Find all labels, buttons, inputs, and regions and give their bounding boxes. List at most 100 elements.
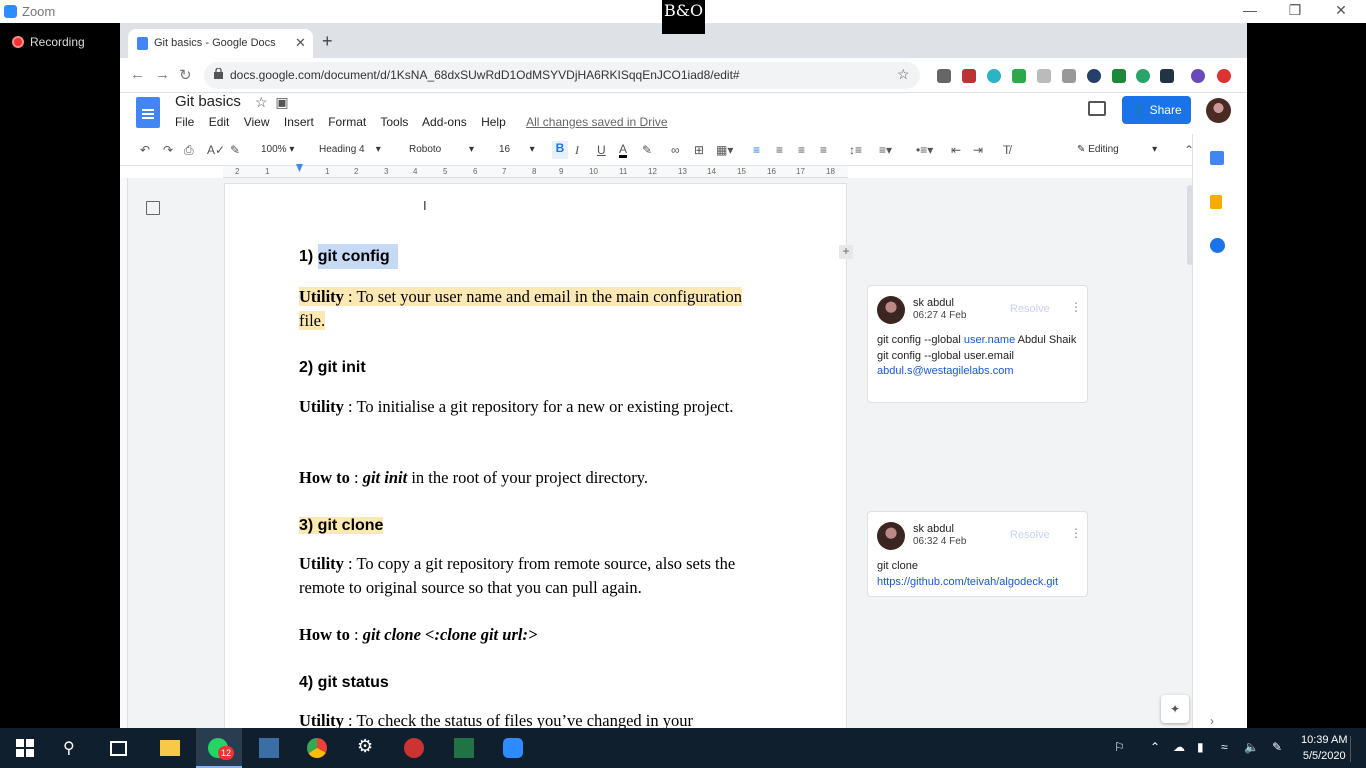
align-right-icon[interactable]: ≡ xyxy=(798,143,805,157)
restore-icon[interactable]: ❐ xyxy=(1285,2,1305,19)
profile-avatar-icon[interactable] xyxy=(1191,69,1205,83)
extension-icon[interactable] xyxy=(1062,69,1076,83)
keep-icon[interactable] xyxy=(1210,195,1222,209)
style-select[interactable]: Heading 4 ▾ xyxy=(319,144,381,155)
menu-edit[interactable]: Edit xyxy=(209,115,230,129)
star-icon[interactable]: ☆ xyxy=(255,94,268,110)
extension-icon[interactable] xyxy=(1136,69,1150,83)
volume-icon[interactable]: 🔈 xyxy=(1244,740,1259,754)
tab-close-icon[interactable]: ✕ xyxy=(295,35,306,51)
bold-button[interactable]: B xyxy=(552,141,568,159)
extension-icon[interactable] xyxy=(1160,69,1174,83)
resolve-button[interactable]: Resolve xyxy=(1010,303,1050,315)
highlight-icon[interactable]: ✎ xyxy=(642,143,652,157)
print-icon[interactable]: ⎙ xyxy=(184,143,194,158)
menu-file[interactable]: File xyxy=(175,115,194,129)
align-center-icon[interactable]: ≡ xyxy=(776,143,783,157)
forward-icon[interactable]: → xyxy=(155,66,170,83)
menu-insert[interactable]: Insert xyxy=(284,115,314,129)
more-options-icon[interactable]: ⋮ xyxy=(1070,526,1082,540)
add-comment-float-icon[interactable]: + xyxy=(839,245,853,259)
scrollbar[interactable] xyxy=(1187,185,1193,265)
extension-icon[interactable] xyxy=(1217,69,1231,83)
paint-app-icon[interactable] xyxy=(404,738,424,758)
spreadsheet-app-icon[interactable] xyxy=(454,738,474,758)
paint-format-icon[interactable]: ✎ xyxy=(230,143,240,157)
more-options-icon[interactable]: ⋮ xyxy=(1070,300,1082,314)
menu-view[interactable]: View xyxy=(244,115,270,129)
justify-icon[interactable]: ≡ xyxy=(820,143,827,157)
font-select[interactable]: Roboto ▾ xyxy=(409,144,474,155)
comment-link[interactable]: https://github.com/teivah/algodeck.git xyxy=(877,576,1058,588)
explore-icon[interactable]: ✦ xyxy=(1161,695,1189,723)
close-icon[interactable]: ✕ xyxy=(1331,2,1351,19)
comment-card[interactable]: sk abdul 06:32 4 Feb Resolve ⋮ git clone… xyxy=(867,511,1088,597)
bookmark-star-icon[interactable]: ☆ xyxy=(897,66,910,83)
account-avatar[interactable] xyxy=(1206,98,1231,123)
add-comment-icon[interactable]: ⊞ xyxy=(694,143,704,157)
menu-addons[interactable]: Add-ons xyxy=(422,115,467,129)
underline-button[interactable]: U xyxy=(597,143,606,157)
system-clock[interactable]: 10:39 AM 5/5/2020 xyxy=(1301,732,1347,764)
tasks-icon[interactable] xyxy=(1210,238,1225,253)
editing-mode-select[interactable]: ✎ Editing ▾ xyxy=(1077,144,1157,155)
insert-image-icon[interactable]: ▦▾ xyxy=(716,143,733,157)
link-icon[interactable]: ∞ xyxy=(671,143,680,157)
comment-history-icon[interactable] xyxy=(1088,101,1106,116)
wifi-icon[interactable]: ≈ xyxy=(1221,740,1228,754)
chrome-icon[interactable] xyxy=(307,738,327,758)
pen-icon[interactable]: ✎ xyxy=(1272,740,1282,754)
network-app-icon[interactable] xyxy=(259,738,279,758)
extension-icon[interactable] xyxy=(1112,69,1126,83)
decrease-indent-icon[interactable]: ⇤ xyxy=(951,143,961,157)
extension-icon[interactable] xyxy=(1012,69,1026,83)
extension-icon[interactable] xyxy=(1037,69,1051,83)
extension-icon[interactable] xyxy=(1087,69,1101,83)
document-outline-icon[interactable] xyxy=(146,201,160,215)
browser-tab[interactable]: Git basics - Google Docs ✕ xyxy=(128,29,313,58)
zoom-app-icon[interactable] xyxy=(503,738,523,758)
settings-gear-icon[interactable]: ⚙ xyxy=(357,736,377,756)
document-page[interactable]: 1) git config Utility : To set your user… xyxy=(224,183,847,728)
chevron-up-icon[interactable]: ⌃ xyxy=(1150,740,1160,754)
battery-icon[interactable]: ▮ xyxy=(1197,740,1204,754)
bulleted-list-icon[interactable]: •≡▾ xyxy=(916,143,933,157)
horizontal-ruler[interactable]: 2 1 1 2 3 4 5 6 7 8 9 10 11 12 13 14 15 … xyxy=(223,164,848,178)
resolve-button[interactable]: Resolve xyxy=(1010,529,1050,541)
taskbar-active-app[interactable]: 12 xyxy=(196,728,242,768)
text-color-button[interactable]: A xyxy=(619,143,628,158)
document-title[interactable]: Git basics xyxy=(175,93,241,110)
show-desktop-divider[interactable] xyxy=(1350,736,1351,762)
onedrive-icon[interactable]: ☁ xyxy=(1173,740,1185,754)
reload-icon[interactable]: ↻ xyxy=(179,66,192,84)
docs-logo-icon[interactable] xyxy=(136,97,160,128)
clear-formatting-icon[interactable]: T̸ xyxy=(1003,143,1010,157)
minimize-icon[interactable]: — xyxy=(1240,2,1260,18)
address-bar[interactable]: docs.google.com/document/d/1KsNA_68dxSUw… xyxy=(204,62,920,89)
extension-icon[interactable] xyxy=(962,69,976,83)
align-left-icon[interactable]: ≡ xyxy=(753,143,760,157)
extension-icon[interactable] xyxy=(987,69,1001,83)
move-folder-icon[interactable]: ▣ xyxy=(275,94,288,110)
spellcheck-icon[interactable]: A✓ xyxy=(207,143,225,157)
increase-indent-icon[interactable]: ⇥ xyxy=(973,143,983,157)
search-icon[interactable]: ⚲ xyxy=(63,738,83,758)
line-spacing-icon[interactable]: ↕≡ xyxy=(849,143,862,157)
back-icon[interactable]: ← xyxy=(130,66,145,83)
menu-format[interactable]: Format xyxy=(328,115,366,129)
recording-indicator[interactable]: Recording xyxy=(12,35,85,49)
indent-marker-icon[interactable] xyxy=(296,164,303,172)
windows-start-icon[interactable] xyxy=(15,738,35,758)
font-size-select[interactable]: 16 ▾ xyxy=(499,144,535,155)
calendar-icon[interactable] xyxy=(1210,151,1224,165)
share-button[interactable]: 👤 Share xyxy=(1122,96,1191,124)
comment-link[interactable]: abdul.s@westagilelabs.com xyxy=(877,365,1014,377)
undo-icon[interactable]: ↶ xyxy=(140,143,150,157)
extension-icon[interactable] xyxy=(937,69,951,83)
comment-card[interactable]: sk abdul 06:27 4 Feb Resolve ⋮ git confi… xyxy=(867,285,1088,403)
people-icon[interactable]: ⚐ xyxy=(1114,740,1125,754)
italic-button[interactable]: I xyxy=(575,143,579,158)
numbered-list-icon[interactable]: ≡▾ xyxy=(879,143,892,157)
menu-tools[interactable]: Tools xyxy=(380,115,408,129)
expand-panel-icon[interactable]: › xyxy=(1210,714,1214,728)
